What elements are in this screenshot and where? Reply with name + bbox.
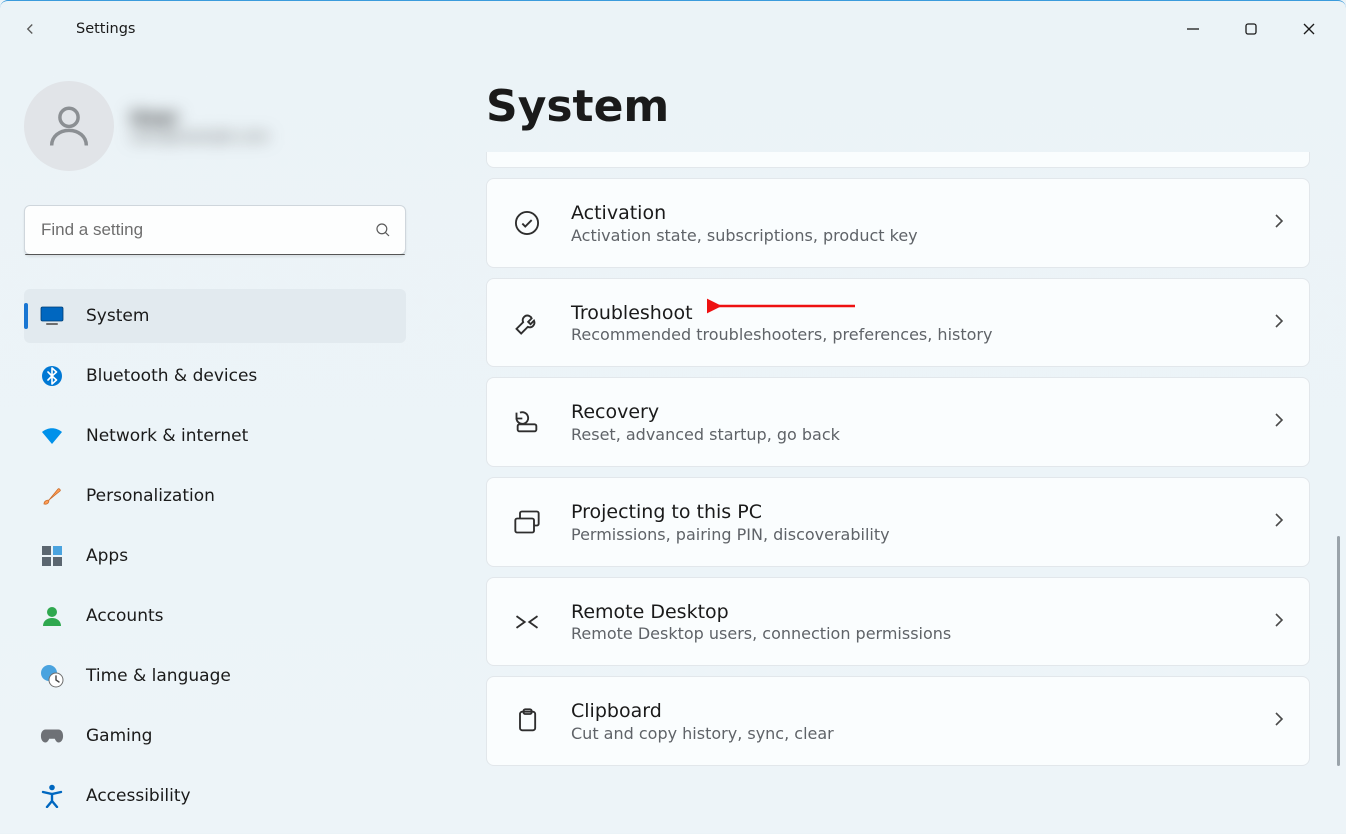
avatar	[24, 81, 114, 171]
sidebar-item-accessibility[interactable]: Accessibility	[24, 769, 406, 823]
search-icon	[361, 221, 405, 239]
card-title: Troubleshoot	[571, 301, 1243, 326]
card-text: Remote Desktop Remote Desktop users, con…	[571, 600, 1243, 644]
settings-cards: Activation Activation state, subscriptio…	[486, 152, 1310, 774]
sidebar-item-apps[interactable]: Apps	[24, 529, 406, 583]
sidebar-item-system[interactable]: System	[24, 289, 406, 343]
chevron-right-icon	[1271, 212, 1285, 234]
profile-name: User	[130, 107, 269, 129]
card-text: Clipboard Cut and copy history, sync, cl…	[571, 699, 1243, 743]
card-text: Projecting to this PC Permissions, pairi…	[571, 500, 1243, 544]
wrench-icon	[511, 307, 543, 339]
gamepad-icon	[40, 724, 64, 748]
card-sub: Reset, advanced startup, go back	[571, 425, 1243, 444]
projecting-icon	[511, 506, 543, 538]
chevron-right-icon	[1271, 411, 1285, 433]
card-activation[interactable]: Activation Activation state, subscriptio…	[486, 178, 1310, 268]
page-title: System	[486, 81, 1310, 132]
profile-sub: user@example.com	[130, 129, 269, 145]
profile-block[interactable]: User user@example.com	[24, 57, 406, 195]
content: User user@example.com System Bluetooth	[0, 57, 1346, 834]
card-title: Projecting to this PC	[571, 500, 1243, 525]
card-text: Recovery Reset, advanced startup, go bac…	[571, 400, 1243, 444]
clipboard-icon	[511, 705, 543, 737]
arrow-left-icon	[21, 20, 39, 38]
card-text: Activation Activation state, subscriptio…	[571, 201, 1243, 245]
scrollbar-thumb[interactable]	[1337, 536, 1340, 766]
card-troubleshoot[interactable]: Troubleshoot Recommended troubleshooters…	[486, 278, 1310, 368]
sidebar-item-label: Gaming	[86, 726, 152, 746]
search-box[interactable]	[24, 205, 406, 255]
display-icon	[40, 304, 64, 328]
wifi-icon	[40, 424, 64, 448]
card-clipboard[interactable]: Clipboard Cut and copy history, sync, cl…	[486, 676, 1310, 766]
chevron-right-icon	[1271, 511, 1285, 533]
main: System Activation Activation state, subs…	[430, 57, 1346, 834]
sidebar-item-accounts[interactable]: Accounts	[24, 589, 406, 643]
chevron-right-icon	[1271, 611, 1285, 633]
accessibility-icon	[40, 784, 64, 808]
sidebar-item-label: System	[86, 306, 149, 326]
sidebar-item-label: Bluetooth & devices	[86, 366, 257, 386]
chevron-right-icon	[1271, 312, 1285, 334]
back-button[interactable]	[8, 7, 52, 51]
titlebar: Settings	[0, 1, 1346, 57]
card-title: Clipboard	[571, 699, 1243, 724]
minimize-icon	[1186, 22, 1200, 36]
card-projecting[interactable]: Projecting to this PC Permissions, pairi…	[486, 477, 1310, 567]
card-remote-desktop[interactable]: Remote Desktop Remote Desktop users, con…	[486, 577, 1310, 667]
sidebar-item-label: Time & language	[86, 666, 231, 686]
window-title: Settings	[52, 21, 135, 37]
recovery-icon	[511, 406, 543, 438]
card-sub: Activation state, subscriptions, product…	[571, 226, 1243, 245]
sidebar-item-label: Accounts	[86, 606, 164, 626]
maximize-icon	[1244, 22, 1258, 36]
sidebar-nav: System Bluetooth & devices Network & int…	[24, 289, 406, 823]
sidebar-item-personalization[interactable]: Personalization	[24, 469, 406, 523]
sidebar-item-label: Personalization	[86, 486, 215, 506]
card-partial-top	[486, 152, 1310, 168]
chevron-right-icon	[1271, 710, 1285, 732]
close-button[interactable]	[1280, 7, 1338, 51]
window-controls	[1164, 7, 1338, 51]
card-title: Activation	[571, 201, 1243, 226]
sidebar-item-network[interactable]: Network & internet	[24, 409, 406, 463]
account-icon	[40, 604, 64, 628]
sidebar-item-label: Apps	[86, 546, 128, 566]
person-icon	[43, 100, 95, 152]
card-sub: Cut and copy history, sync, clear	[571, 724, 1243, 743]
bluetooth-icon	[40, 364, 64, 388]
card-sub: Recommended troubleshooters, preferences…	[571, 325, 1243, 344]
close-icon	[1302, 22, 1316, 36]
maximize-button[interactable]	[1222, 7, 1280, 51]
sidebar-item-bluetooth[interactable]: Bluetooth & devices	[24, 349, 406, 403]
card-title: Recovery	[571, 400, 1243, 425]
card-sub: Remote Desktop users, connection permiss…	[571, 624, 1243, 643]
card-title: Remote Desktop	[571, 600, 1243, 625]
sidebar-item-label: Accessibility	[86, 786, 191, 806]
card-text: Troubleshoot Recommended troubleshooters…	[571, 301, 1243, 345]
sidebar-item-label: Network & internet	[86, 426, 248, 446]
sidebar-item-gaming[interactable]: Gaming	[24, 709, 406, 763]
search-input[interactable]	[25, 220, 361, 240]
sidebar-item-time-language[interactable]: Time & language	[24, 649, 406, 703]
brush-icon	[40, 484, 64, 508]
card-sub: Permissions, pairing PIN, discoverabilit…	[571, 525, 1243, 544]
apps-icon	[40, 544, 64, 568]
minimize-button[interactable]	[1164, 7, 1222, 51]
profile-text: User user@example.com	[130, 107, 269, 145]
globe-clock-icon	[40, 664, 64, 688]
sidebar: User user@example.com System Bluetooth	[0, 57, 430, 834]
card-recovery[interactable]: Recovery Reset, advanced startup, go bac…	[486, 377, 1310, 467]
checkmark-circle-icon	[511, 207, 543, 239]
remote-desktop-icon	[511, 606, 543, 638]
